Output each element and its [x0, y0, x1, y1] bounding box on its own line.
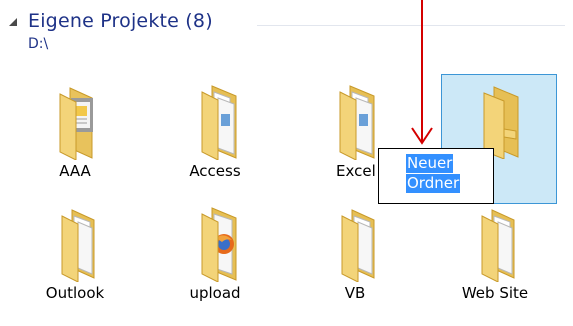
folder-files-icon	[341, 209, 375, 282]
group-path: D:\	[28, 36, 49, 52]
folder-label: AAA	[59, 162, 91, 180]
folder-label: VB	[344, 284, 366, 302]
folder-item-outlook[interactable]: Outlook	[14, 198, 136, 326]
folder-files-icon	[61, 209, 95, 282]
folder-item-upload[interactable]: upload	[154, 198, 276, 326]
folder-files-icon	[481, 209, 515, 282]
rename-input[interactable]: Neuer Ordner	[378, 148, 494, 204]
folder-document-icon	[59, 87, 93, 160]
folder-firefox-icon	[201, 207, 237, 282]
rename-selected-line1: Neuer	[406, 154, 454, 173]
folder-item-access[interactable]: Access	[154, 76, 276, 204]
folder-label: upload	[189, 284, 241, 302]
folder-icon	[483, 86, 519, 159]
folder-files-icon	[201, 85, 237, 160]
folder-label: Web Site	[461, 284, 529, 302]
annotation-arrow-icon	[411, 0, 433, 145]
group-title: Eigene Projekte (8)	[28, 10, 213, 32]
folder-item-vb[interactable]: VB	[294, 198, 416, 326]
rename-selected-line2: Ordner	[406, 174, 461, 193]
folder-label: Access	[189, 162, 241, 180]
folder-item-aaa[interactable]: AAA	[14, 76, 136, 204]
collapse-arrow-icon[interactable]	[9, 18, 17, 26]
folder-label: Outlook	[45, 284, 105, 302]
group-header[interactable]: Eigene Projekte (8)	[8, 10, 213, 32]
folder-item-web-site[interactable]: Web Site	[434, 198, 556, 326]
